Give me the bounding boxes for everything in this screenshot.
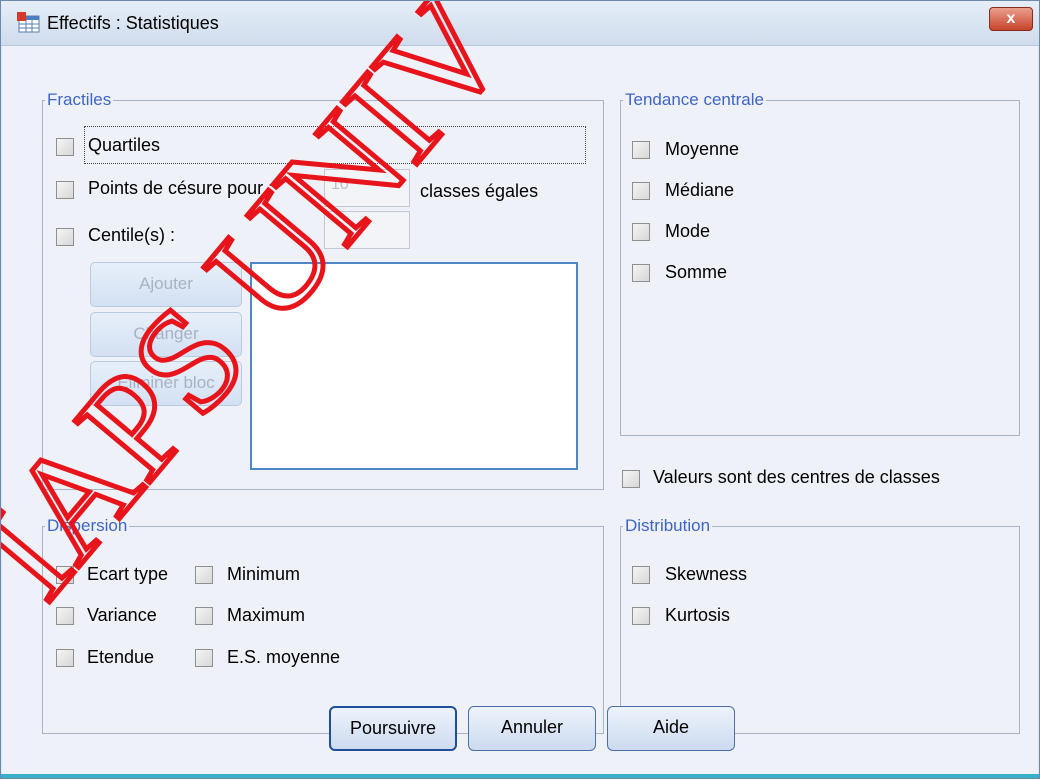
- skewness-label[interactable]: Skewness: [665, 564, 747, 585]
- group-midpoints-checkbox[interactable]: [622, 470, 640, 488]
- percentile-input[interactable]: [324, 211, 410, 249]
- kurtosis-label[interactable]: Kurtosis: [665, 605, 730, 626]
- cancel-button[interactable]: Annuler: [468, 706, 596, 751]
- percentiles-label[interactable]: Centile(s) :: [88, 225, 175, 246]
- cut-points-suffix: classes égales: [420, 181, 539, 201]
- title-bar: Effectifs : Statistiques x: [1, 1, 1039, 46]
- quartiles-checkbox[interactable]: [56, 138, 74, 156]
- cut-points-label[interactable]: Points de césure pour :: [88, 178, 273, 199]
- mean-label[interactable]: Moyenne: [665, 139, 739, 160]
- dialog-window: Effectifs : Statistiques x Fractiles Qua…: [0, 0, 1040, 779]
- maximum-checkbox[interactable]: [195, 607, 213, 625]
- variance-label[interactable]: Variance: [87, 605, 157, 626]
- variance-checkbox[interactable]: [56, 607, 74, 625]
- kurtosis-checkbox[interactable]: [632, 607, 650, 625]
- sum-checkbox[interactable]: [632, 264, 650, 282]
- dispersion-legend: Dispersion: [47, 516, 128, 535]
- mode-label[interactable]: Mode: [665, 221, 710, 242]
- close-icon: x: [1006, 10, 1016, 27]
- statistics-app-icon: [17, 12, 40, 33]
- change-percentile-button[interactable]: Changer: [90, 312, 242, 357]
- se-mean-checkbox[interactable]: [195, 649, 213, 667]
- window-title: Effectifs : Statistiques: [47, 13, 219, 33]
- help-button[interactable]: Aide: [607, 706, 735, 751]
- mean-checkbox[interactable]: [632, 141, 650, 159]
- distribution-legend: Distribution: [625, 516, 711, 535]
- cut-points-input[interactable]: 10: [324, 169, 410, 207]
- continue-button[interactable]: Poursuivre: [329, 706, 457, 751]
- std-dev-checkbox[interactable]: [56, 566, 74, 584]
- add-percentile-button[interactable]: Ajouter: [90, 262, 242, 307]
- se-mean-label[interactable]: E.S. moyenne: [227, 647, 340, 668]
- fractiles-legend: Fractiles: [47, 90, 112, 109]
- skewness-checkbox[interactable]: [632, 566, 650, 584]
- dialog-body: Fractiles Quartiles Points de césure pou…: [2, 46, 1038, 774]
- mode-checkbox[interactable]: [632, 223, 650, 241]
- quartiles-label[interactable]: Quartiles: [88, 135, 160, 156]
- range-label[interactable]: Etendue: [87, 647, 154, 668]
- window-bottom-edge: [1, 774, 1039, 778]
- median-checkbox[interactable]: [632, 182, 650, 200]
- sum-label[interactable]: Somme: [665, 262, 727, 283]
- percentiles-checkbox[interactable]: [56, 228, 74, 246]
- close-button[interactable]: x: [989, 7, 1033, 31]
- group-midpoints-label[interactable]: Valeurs sont des centres de classes: [653, 467, 940, 488]
- median-label[interactable]: Médiane: [665, 180, 734, 201]
- central-tendency-legend: Tendance centrale: [625, 90, 764, 109]
- std-dev-label[interactable]: Ecart type: [87, 564, 168, 585]
- range-checkbox[interactable]: [56, 649, 74, 667]
- minimum-label[interactable]: Minimum: [227, 564, 300, 585]
- remove-percentile-button[interactable]: Eliminer bloc: [90, 361, 242, 406]
- percentiles-list[interactable]: [250, 262, 578, 470]
- minimum-checkbox[interactable]: [195, 566, 213, 584]
- cut-points-checkbox[interactable]: [56, 181, 74, 199]
- maximum-label[interactable]: Maximum: [227, 605, 305, 626]
